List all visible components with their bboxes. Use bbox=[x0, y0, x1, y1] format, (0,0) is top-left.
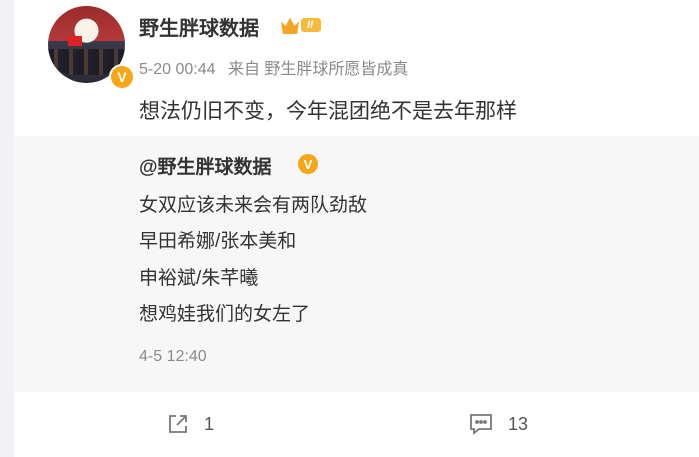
repost-timestamp[interactable]: 4-5 12:40 bbox=[139, 348, 207, 366]
action-bar: 1 13 bbox=[14, 392, 699, 457]
comment-count: 13 bbox=[508, 413, 529, 434]
repost-author[interactable]: @野生胖球数据 bbox=[139, 152, 272, 179]
level-badge-label: II bbox=[301, 18, 322, 32]
verified-icon: V bbox=[298, 154, 318, 174]
share-icon bbox=[169, 415, 187, 433]
post-text: 想法仍旧不变，今年混团绝不是去年那样 bbox=[139, 100, 517, 123]
flag-graphic bbox=[68, 36, 82, 46]
level-badge[interactable]: II bbox=[281, 14, 322, 36]
share-button[interactable]: 1 bbox=[166, 412, 214, 436]
verified-icon: V bbox=[109, 64, 135, 90]
comment-icon bbox=[470, 414, 492, 435]
repost-text-line: 女双应该未来会有两队劲敌 bbox=[139, 195, 368, 216]
post-source[interactable]: 来自 野生胖球所愿皆成真 bbox=[228, 61, 408, 78]
repost-text-line: 想鸡娃我们的女左了 bbox=[139, 304, 311, 325]
weibo-post-card: V 野生胖球数据 II 5-20 00:44 来自 野生胖球所愿皆成真 想法仍旧… bbox=[14, 0, 699, 457]
comment-button[interactable]: 13 bbox=[468, 412, 528, 436]
post-meta: 5-20 00:44 来自 野生胖球所愿皆成真 bbox=[139, 55, 408, 79]
repost-block[interactable]: @野生胖球数据 V 女双应该未来会有两队劲敌 早田希娜/张本美和 申裕斌/朱芊曦… bbox=[14, 136, 699, 392]
repost-text-line: 早田希娜/张本美和 bbox=[139, 231, 297, 252]
post-username[interactable]: 野生胖球数据 bbox=[139, 12, 259, 41]
level-crown-icon bbox=[281, 17, 299, 34]
share-count: 1 bbox=[204, 413, 215, 434]
repost-text-line: 申裕斌/朱芊曦 bbox=[139, 268, 259, 289]
post-timestamp[interactable]: 5-20 00:44 bbox=[139, 61, 216, 78]
